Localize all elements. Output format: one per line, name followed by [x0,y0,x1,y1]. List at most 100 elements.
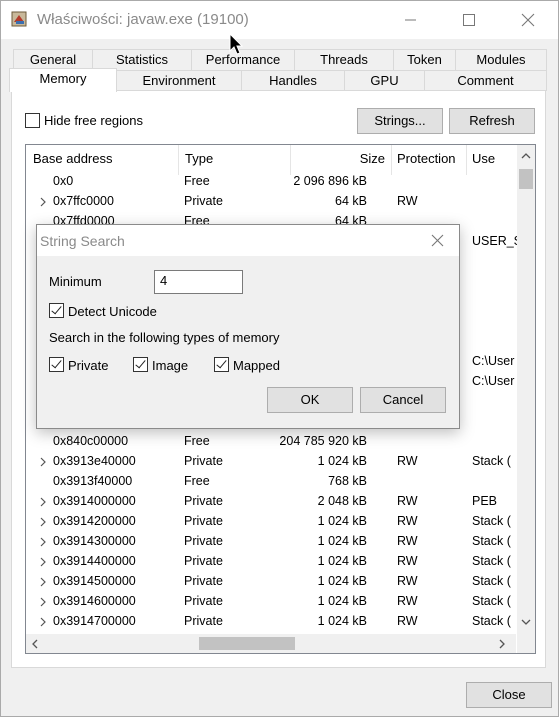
table-row[interactable]: 0x3914700000 Private 1 024 kB RW Stack ( [26,612,516,632]
image-label: Image [152,358,189,373]
table-row[interactable]: 0x3914000000 Private 2 048 kB RW PEB [26,492,516,512]
use-cell: Stack ( [472,454,511,468]
protection-cell: RW [397,594,418,608]
private-checkbox[interactable] [49,357,64,372]
chevron-right-icon[interactable] [40,557,46,567]
chevron-right-icon[interactable] [40,517,46,527]
type-cell: Free [184,434,210,448]
horizontal-scrollbar[interactable] [26,634,516,653]
chevron-right-icon[interactable] [40,577,46,587]
minimize-icon [405,19,416,21]
chevron-right-icon[interactable] [40,617,46,627]
column-header-size[interactable]: Size [291,145,392,175]
tab-token[interactable]: Token [393,49,456,70]
table-row[interactable]: 0x7ffc0000 Private 64 kB RW [26,192,516,212]
chevron-right-icon[interactable] [40,457,46,467]
base-address-cell: 0x3914600000 [53,594,136,608]
column-header-protection[interactable]: Protection [392,145,467,175]
horizontal-scroll-thumb[interactable] [199,637,295,650]
scroll-right-icon[interactable] [499,639,505,649]
tab-memory[interactable]: Memory [9,68,117,92]
cancel-button[interactable]: Cancel [360,387,446,413]
vertical-scroll-thumb[interactable] [519,169,533,189]
maximize-icon [463,14,475,26]
minimum-input[interactable]: 4 [154,270,243,294]
chevron-right-icon[interactable] [40,597,46,607]
mapped-checkbox[interactable] [214,357,229,372]
tab-gpu[interactable]: GPU [344,70,425,91]
title-bar: Właściwości: javaw.exe (19100) [1,1,558,39]
type-cell: Private [184,594,223,608]
type-cell: Free [184,174,210,188]
protection-cell: RW [397,454,418,468]
table-row[interactable]: 0x3914400000 Private 1 024 kB RW Stack ( [26,552,516,572]
use-cell: Stack ( [472,594,511,608]
tab-comment[interactable]: Comment [424,70,547,91]
tab-statistics[interactable]: Statistics [92,49,192,70]
chevron-right-icon[interactable] [40,197,46,207]
refresh-button[interactable]: Refresh [449,108,535,134]
protection-cell: RW [397,494,418,508]
size-cell: 1 024 kB [317,514,367,528]
column-header-base-address[interactable]: Base address [26,145,179,175]
size-cell: 1 024 kB [317,554,367,568]
table-row[interactable]: 0x3914200000 Private 1 024 kB RW Stack ( [26,512,516,532]
scroll-up-icon[interactable] [521,153,531,159]
tab-environment[interactable]: Environment [116,70,242,91]
tab-handles[interactable]: Handles [241,70,345,91]
properties-window: Właściwości: javaw.exe (19100) General S… [0,0,559,717]
dialog-title-bar: String Search [37,225,459,256]
window-close-button[interactable] [499,1,557,39]
app-icon [10,9,30,29]
table-row[interactable]: 0x3913e40000 Private 1 024 kB RW Stack ( [26,452,516,472]
mapped-label: Mapped [233,358,280,373]
chevron-right-icon[interactable] [40,497,46,507]
hide-free-regions-checkbox[interactable] [25,113,40,128]
use-cell: USER_S [472,234,523,248]
detect-unicode-label: Detect Unicode [68,304,157,319]
ok-button[interactable]: OK [267,387,353,413]
size-cell: 1 024 kB [317,614,367,628]
base-address-cell: 0x840c00000 [53,434,129,448]
tab-threads[interactable]: Threads [294,49,394,70]
scroll-down-icon[interactable] [521,619,531,625]
table-row[interactable]: 0x3914500000 Private 1 024 kB RW Stack ( [26,572,516,592]
type-cell: Private [184,534,223,548]
column-header-type[interactable]: Type [179,145,291,175]
size-cell: 1 024 kB [317,534,367,548]
size-cell: 2 096 896 kB [293,174,367,188]
tab-modules[interactable]: Modules [455,49,547,70]
protection-cell: RW [397,574,418,588]
table-row[interactable]: 0x3913f40000 Free 768 kB [26,472,516,492]
table-row[interactable]: 0x840c00000 Free 204 785 920 kB [26,432,516,452]
chevron-right-icon[interactable] [40,537,46,547]
scroll-left-icon[interactable] [32,639,38,649]
vertical-scrollbar[interactable] [517,145,535,635]
base-address-cell: 0x3914400000 [53,554,136,568]
table-row[interactable]: 0x0 Free 2 096 896 kB [26,172,516,192]
minimize-button[interactable] [382,1,440,39]
size-cell: 1 024 kB [317,594,367,608]
dialog-close-icon[interactable] [431,234,444,247]
use-cell: Stack ( [472,534,511,548]
type-cell: Private [184,514,223,528]
base-address-cell: 0x0 [53,174,74,188]
table-row[interactable]: 0x3914300000 Private 1 024 kB RW Stack ( [26,532,516,552]
base-address-cell: 0x3913f40000 [53,474,133,488]
detect-unicode-checkbox[interactable] [49,303,64,318]
hide-free-regions-label: Hide free regions [44,113,143,128]
base-address-cell: 0x3914700000 [53,614,136,628]
mouse-cursor-icon [229,33,244,55]
protection-cell: RW [397,614,418,628]
maximize-button[interactable] [440,1,498,39]
close-button[interactable]: Close [466,682,552,708]
base-address-cell: 0x3914200000 [53,514,136,528]
type-cell: Private [184,454,223,468]
table-row[interactable]: 0x3914600000 Private 1 024 kB RW Stack ( [26,592,516,612]
dialog-title: String Search [40,233,125,249]
base-address-cell: 0x3914500000 [53,574,136,588]
private-label: Private [68,358,109,373]
strings-button[interactable]: Strings... [357,108,443,134]
tab-general[interactable]: General [13,49,93,70]
image-checkbox[interactable] [133,357,148,372]
